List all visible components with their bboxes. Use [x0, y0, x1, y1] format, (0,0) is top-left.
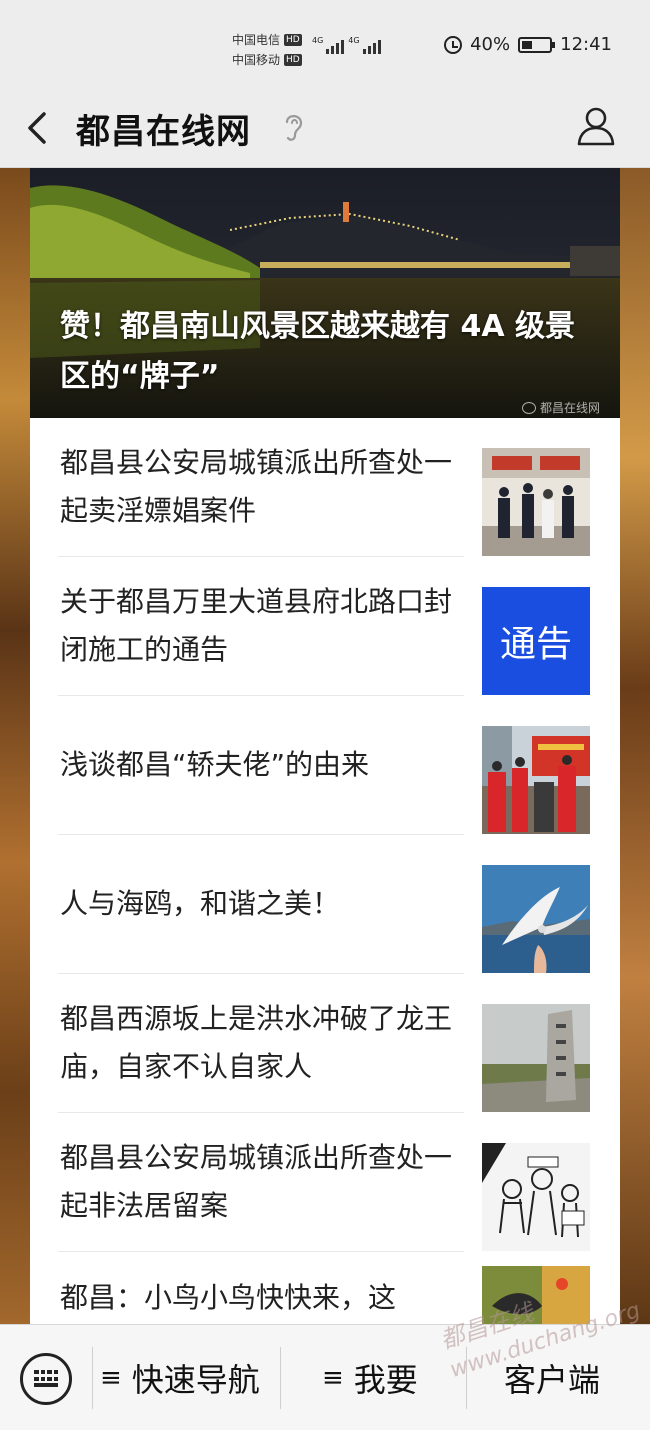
list-item[interactable]: 都昌县公安局城镇派出所查处一起卖淫嫖娼案件	[30, 418, 620, 557]
article-title: 都昌：小鸟小鸟快快来，这	[60, 1281, 397, 1314]
list-item[interactable]: 都昌：小鸟小鸟快快来，这	[30, 1252, 620, 1324]
want-label: 我要	[353, 1361, 418, 1399]
hero-banner[interactable]: 赞！都昌南山风景区越来越有 4A 级景区的“牌子” 都昌在线网	[30, 168, 620, 418]
article-thumbnail: 通告	[482, 587, 590, 695]
hero-watermark: 都昌在线网	[521, 399, 600, 416]
battery-icon	[518, 36, 556, 53]
article-title: 关于都昌万里大道县府北路口封闭施工的通告	[60, 585, 453, 666]
page-title: 都昌在线网	[76, 112, 251, 152]
chevron-left-icon	[28, 112, 46, 144]
quick-nav-label: 快速导航	[131, 1361, 260, 1399]
signal-icon: 4G	[312, 36, 345, 54]
menu-icon: ≡	[322, 1363, 344, 1393]
client-button[interactable]: 客户端	[504, 1355, 600, 1401]
article-thumbnail	[482, 1004, 590, 1112]
bird-photo	[482, 1266, 590, 1324]
background-right	[620, 168, 650, 1324]
background-left	[0, 168, 30, 1324]
article-thumbnail	[482, 1143, 590, 1251]
title-bar: 都昌在线网	[0, 88, 650, 168]
article-title: 都昌西源坂上是洪水冲破了龙王庙，自家不认自家人	[60, 1002, 453, 1083]
list-item[interactable]: 关于都昌万里大道县府北路口封闭施工的通告 通告	[30, 557, 620, 696]
signal-icons: 4G 4G	[312, 36, 381, 54]
ear-icon	[285, 115, 303, 141]
profile-icon[interactable]	[576, 104, 616, 148]
client-label: 客户端	[504, 1361, 601, 1399]
article-thumbnail	[482, 865, 590, 973]
article-thumbnail	[482, 726, 590, 834]
cartoon-image	[482, 1143, 590, 1251]
clock: 12:41	[560, 34, 612, 55]
alarm-icon	[444, 35, 463, 54]
back-button[interactable]	[22, 108, 58, 148]
carrier-1: 中国电信	[232, 33, 281, 47]
carrier-info: 中国电信 HD 中国移动 HD	[232, 30, 302, 70]
signal-icon: 4G	[348, 36, 381, 54]
want-button[interactable]: ≡ 我要	[322, 1355, 418, 1401]
article-title: 浅谈都昌“轿夫佬”的由来	[60, 748, 370, 781]
article-thumbnail	[482, 448, 590, 556]
keyboard-button[interactable]	[20, 1353, 72, 1405]
article-thumbnail	[482, 1266, 590, 1324]
stone-photo	[482, 1004, 590, 1112]
divider	[92, 1347, 93, 1409]
seagull-photo	[482, 865, 590, 973]
quick-nav-button[interactable]: ≡ 快速导航	[100, 1355, 260, 1401]
list-item[interactable]: 都昌西源坂上是洪水冲破了龙王庙，自家不认自家人	[30, 974, 620, 1113]
notice-badge: 通告	[482, 587, 590, 695]
list-item[interactable]: 人与海鸥，和谐之美！	[30, 835, 620, 974]
carrier-2: 中国移动	[232, 53, 281, 67]
list-item[interactable]: 都昌县公安局城镇派出所查处一起非法居留案	[30, 1113, 620, 1252]
bottom-nav: ≡ 快速导航 ≡ 我要 客户端	[0, 1324, 650, 1430]
police-photo	[482, 448, 590, 556]
article-title: 都昌县公安局城镇派出所查处一起卖淫嫖娼案件	[60, 446, 453, 527]
article-title: 都昌县公安局城镇派出所查处一起非法居留案	[60, 1141, 453, 1222]
divider	[466, 1347, 467, 1409]
menu-icon: ≡	[100, 1363, 122, 1393]
keyboard-icon	[34, 1370, 58, 1388]
wechat-icon	[521, 401, 536, 414]
divider	[280, 1347, 281, 1409]
article-title: 人与海鸥，和谐之美！	[60, 887, 341, 920]
status-right: 40% 12:41	[444, 34, 612, 55]
battery-percent: 40%	[470, 34, 511, 55]
hd-badge: HD	[284, 54, 302, 66]
list-item[interactable]: 浅谈都昌“轿夫佬”的由来	[30, 696, 620, 835]
status-bar: 中国电信 HD 中国移动 HD 4G 4G 40% 12:41	[0, 0, 650, 88]
hd-badge: HD	[284, 34, 302, 46]
main-content: 赞！都昌南山风景区越来越有 4A 级景区的“牌子” 都昌在线网 都昌县公安局城镇…	[30, 168, 620, 1324]
article-list: 都昌县公安局城镇派出所查处一起卖淫嫖娼案件 关于都昌万里大道县府北路口封闭施工的…	[30, 418, 620, 1324]
hero-title: 赞！都昌南山风景区越来越有 4A 级景区的“牌子”	[60, 309, 575, 394]
sedan-photo	[482, 726, 590, 834]
